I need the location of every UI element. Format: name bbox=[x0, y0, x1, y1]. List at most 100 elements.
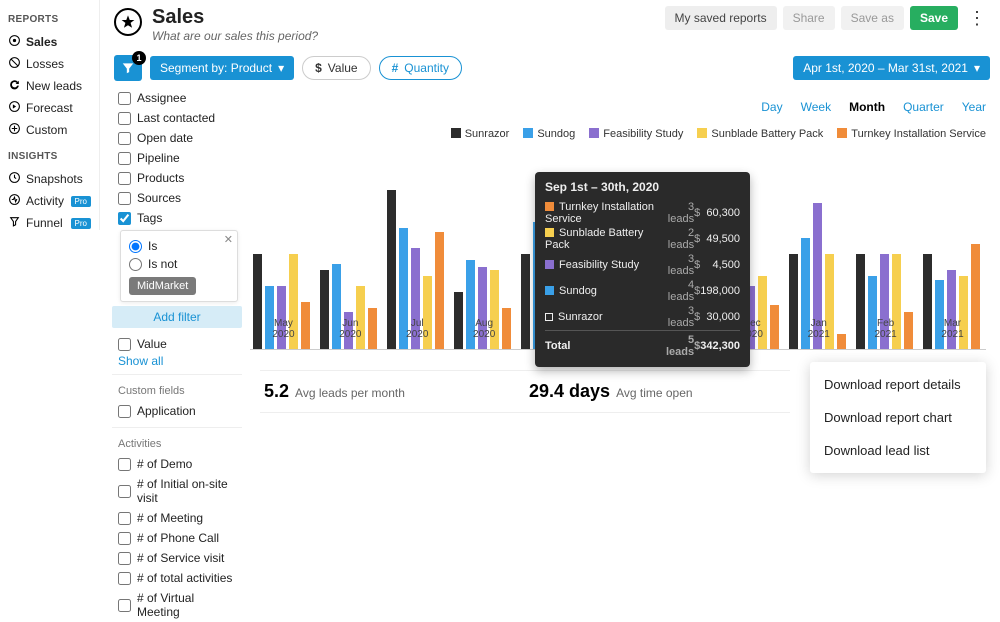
my-saved-reports-button[interactable]: My saved reports bbox=[665, 6, 777, 30]
legend-swatch bbox=[837, 128, 847, 138]
reports-heading: REPORTS bbox=[8, 14, 91, 25]
sidebar: REPORTS SalesLossesNew leadsForecastCust… bbox=[0, 0, 100, 230]
legend-item[interactable]: Feasibility Study bbox=[589, 128, 683, 140]
activities-heading: Activities bbox=[118, 438, 242, 450]
tooltip-row: Turnkey Installation Service3 leads$60,3… bbox=[545, 200, 740, 226]
filter-button[interactable]: 1 bbox=[114, 55, 142, 81]
chevron-down-icon: ▾ bbox=[278, 61, 284, 75]
value-toggle[interactable]: $ Value bbox=[302, 56, 371, 80]
save-button[interactable]: Save bbox=[910, 6, 958, 30]
legend-swatch bbox=[523, 128, 533, 138]
filter-tags[interactable]: Tags bbox=[112, 208, 242, 228]
sidebar-item-custom[interactable]: Custom bbox=[6, 119, 93, 141]
tooltip-total: Total5 leads$342,300 bbox=[545, 331, 740, 360]
sidebar-item-funnel[interactable]: FunnelPro bbox=[6, 212, 93, 234]
custom-fields-heading: Custom fields bbox=[118, 385, 242, 397]
filter-value[interactable]: Value bbox=[112, 334, 242, 354]
tooltip-title: Sep 1st – 30th, 2020 bbox=[545, 180, 740, 194]
show-all-link[interactable]: Show all bbox=[112, 354, 242, 368]
clock-icon bbox=[8, 171, 21, 187]
segment-by-button[interactable]: Segment by: Product ▾ bbox=[150, 56, 294, 80]
download-option[interactable]: Download lead list bbox=[810, 434, 986, 467]
tooltip-row: Sundog4 leads$198,000 bbox=[545, 278, 740, 304]
download-option[interactable]: Download report details bbox=[810, 368, 986, 401]
tag-chip[interactable]: MidMarket bbox=[129, 277, 196, 295]
page-title: Sales bbox=[152, 6, 318, 29]
legend-item[interactable]: Sunrazor bbox=[451, 128, 510, 140]
timescope-week[interactable]: Week bbox=[801, 100, 831, 114]
add-filter-button[interactable]: Add filter bbox=[112, 306, 242, 328]
filter-activity[interactable]: # of total activities bbox=[112, 568, 242, 588]
sidebar-item-forecast[interactable]: Forecast bbox=[6, 97, 93, 119]
download-menu: Download report detailsDownload report c… bbox=[810, 362, 986, 473]
close-icon[interactable]: ✕ bbox=[224, 233, 233, 246]
filter-activity[interactable]: # of Service visit bbox=[112, 548, 242, 568]
filter-assignee[interactable]: Assignee bbox=[112, 88, 242, 108]
tooltip-row: Sunblade Battery Pack2 leads$49,500 bbox=[545, 226, 740, 252]
filter-activity[interactable]: # of Phone Call bbox=[112, 528, 242, 548]
legend-item[interactable]: Turnkey Installation Service bbox=[837, 128, 986, 140]
tags-isnot-radio[interactable]: Is not bbox=[129, 255, 229, 273]
page-subtitle: What are our sales this period? bbox=[152, 29, 318, 43]
sidebar-item-losses[interactable]: Losses bbox=[6, 53, 93, 75]
tooltip-row: Sunrazor3 leads$30,000 bbox=[545, 304, 740, 331]
filter-activity[interactable]: # of Meeting bbox=[112, 508, 242, 528]
filter-activity[interactable]: # of Initial on-site visit bbox=[112, 474, 242, 508]
funnel-icon bbox=[8, 215, 21, 231]
filter-activity[interactable]: # of Demo bbox=[112, 454, 242, 474]
filter-count-badge: 1 bbox=[132, 51, 146, 65]
ban-icon bbox=[8, 56, 21, 72]
timescope-day[interactable]: Day bbox=[761, 100, 782, 114]
x-tick: Jan2021 bbox=[785, 318, 852, 340]
filter-products[interactable]: Products bbox=[112, 168, 242, 188]
legend-item[interactable]: Sunblade Battery Pack bbox=[697, 128, 823, 140]
share-button[interactable]: Share bbox=[783, 6, 835, 30]
chart-legend: Sunrazor Sundog Feasibility Study Sunblade … bbox=[451, 128, 986, 140]
stats-row: 5.2 Avg leads per month29.4 days Avg tim… bbox=[260, 370, 790, 413]
filter-activity[interactable]: # of Virtual Meeting bbox=[112, 588, 242, 622]
filters-panel: AssigneeLast contactedOpen datePipelineP… bbox=[112, 88, 242, 622]
chart-tooltip: Sep 1st – 30th, 2020 Turnkey Installatio… bbox=[535, 172, 750, 367]
star-icon bbox=[114, 8, 142, 36]
x-tick: Mar2021 bbox=[919, 318, 986, 340]
filter-last contacted[interactable]: Last contacted bbox=[112, 108, 242, 128]
x-tick: May2020 bbox=[250, 318, 317, 340]
refresh-icon bbox=[8, 78, 21, 94]
pro-badge: Pro bbox=[71, 196, 91, 207]
timescope-quarter[interactable]: Quarter bbox=[903, 100, 944, 114]
activity-icon bbox=[8, 193, 21, 209]
sidebar-item-activity[interactable]: ActivityPro bbox=[6, 190, 93, 212]
tags-subpanel: ✕ Is Is not MidMarket bbox=[120, 230, 238, 302]
insights-heading: INSIGHTS bbox=[8, 151, 91, 162]
sidebar-item-sales[interactable]: Sales bbox=[6, 31, 93, 53]
quantity-toggle[interactable]: # Quantity bbox=[379, 56, 462, 80]
more-menu-icon[interactable]: ⋮ bbox=[964, 8, 990, 29]
legend-swatch bbox=[697, 128, 707, 138]
time-scope-tabs: Day Week Month Quarter Year bbox=[761, 100, 986, 114]
sidebar-item-snapshots[interactable]: Snapshots bbox=[6, 168, 93, 190]
filter-application[interactable]: Application bbox=[112, 401, 242, 421]
filter-bar: 1 Segment by: Product ▾ $ Value # Quanti… bbox=[114, 55, 990, 81]
main-area: Sales What are our sales this period? My… bbox=[110, 0, 1000, 81]
filter-sources[interactable]: Sources bbox=[112, 188, 242, 208]
filter-pipeline[interactable]: Pipeline bbox=[112, 148, 242, 168]
stat: 29.4 days Avg time open bbox=[525, 371, 790, 412]
download-option[interactable]: Download report chart bbox=[810, 401, 986, 434]
filter-open date[interactable]: Open date bbox=[112, 128, 242, 148]
timescope-year[interactable]: Year bbox=[962, 100, 986, 114]
chevron-down-icon: ▾ bbox=[974, 61, 980, 75]
legend-item[interactable]: Sundog bbox=[523, 128, 575, 140]
legend-swatch bbox=[589, 128, 599, 138]
sidebar-item-new leads[interactable]: New leads bbox=[6, 75, 93, 97]
tags-is-radio[interactable]: Is bbox=[129, 237, 229, 255]
timescope-month[interactable]: Month bbox=[849, 100, 885, 114]
plus-circle-icon bbox=[8, 122, 21, 138]
page-header: Sales What are our sales this period? My… bbox=[114, 6, 990, 43]
legend-swatch bbox=[451, 128, 461, 138]
arrow-right-icon bbox=[8, 100, 21, 116]
x-tick: Aug2020 bbox=[451, 318, 518, 340]
target-icon bbox=[8, 34, 21, 50]
save-as-button[interactable]: Save as bbox=[841, 6, 904, 30]
tooltip-row: Feasibility Study3 leads$4,500 bbox=[545, 252, 740, 278]
date-range-button[interactable]: Apr 1st, 2020 – Mar 31st, 2021 ▾ bbox=[793, 56, 990, 80]
